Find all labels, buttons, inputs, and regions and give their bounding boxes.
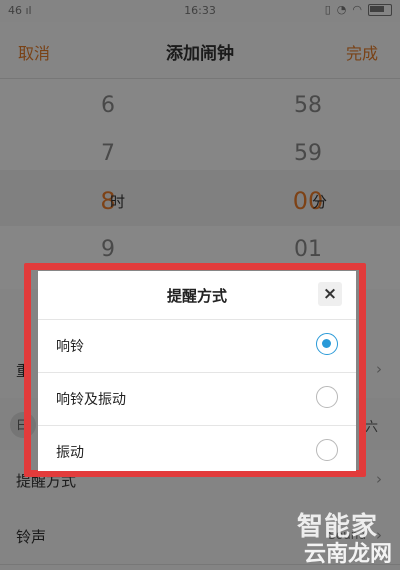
option-label: 振动	[56, 445, 84, 461]
option-vibrate[interactable]: 振动	[38, 426, 356, 478]
dialog-title: 提醒方式	[166, 287, 227, 305]
alarm-screen: 46 ıl 16:33 ▯ ◔ ◠ 取消 添加闹钟 完成 6 7 8 9 时 5…	[0, 0, 400, 570]
option-ring[interactable]: 响铃	[38, 320, 356, 372]
option-label: 响铃及振动	[56, 392, 126, 408]
watermark-line2: 云南龙网	[303, 542, 392, 567]
watermark: 智能家 云南龙网	[262, 506, 392, 567]
option-ring-and-vibrate[interactable]: 响铃及振动	[38, 373, 356, 425]
radio-unchecked[interactable]	[316, 439, 338, 461]
radio-checked[interactable]	[316, 333, 338, 355]
reminder-mode-dialog: 提醒方式 × 响铃 响铃及振动 振动	[38, 271, 356, 471]
radio-unchecked[interactable]	[316, 386, 338, 408]
option-label: 响铃	[56, 339, 84, 355]
close-icon[interactable]: ×	[318, 282, 342, 306]
